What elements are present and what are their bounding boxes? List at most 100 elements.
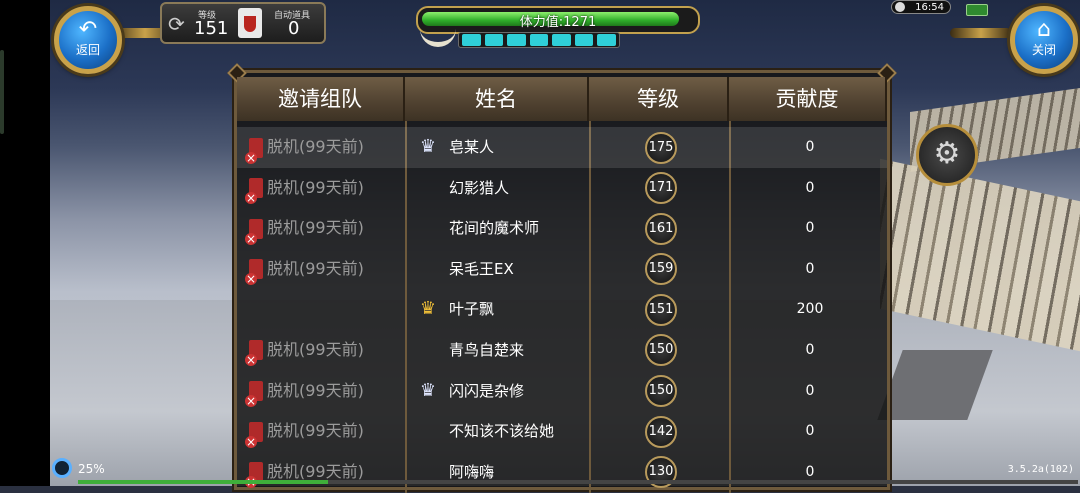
silver-crown-icon: ♛ bbox=[419, 379, 437, 401]
member-level-badge: 142 bbox=[645, 415, 677, 448]
member-level-badge: 150 bbox=[645, 375, 677, 408]
energy-segment bbox=[552, 34, 571, 46]
energy-segment bbox=[597, 34, 617, 46]
battery-icon bbox=[966, 4, 988, 16]
load-progress-fill bbox=[78, 480, 328, 484]
member-name: 不知该不该给她 bbox=[413, 411, 589, 452]
screen-edge bbox=[0, 0, 50, 486]
member-name: ♛ 皂某人 bbox=[413, 127, 589, 168]
invite-status-text: 脱机(99天前) bbox=[267, 258, 364, 278]
member-row[interactable]: 脱机(99天前) ♛ 皂某人 175 0 bbox=[237, 127, 887, 168]
member-level-badge: 175 bbox=[645, 131, 677, 164]
member-row[interactable]: ♛ 叶子飘 151 200 bbox=[237, 289, 887, 330]
member-name-text: 叶子飘 bbox=[449, 300, 495, 319]
level-value: 151 bbox=[194, 18, 229, 39]
member-contribution: 0 bbox=[805, 382, 815, 399]
stamina-text: 体力值:1271 bbox=[519, 15, 597, 30]
offline-phone-icon bbox=[245, 421, 263, 448]
invite-status-text: 脱机(99天前) bbox=[267, 137, 364, 156]
offline-phone-icon bbox=[245, 259, 263, 286]
member-level: 142 bbox=[593, 411, 729, 452]
settings-gear-button[interactable]: ⚙ bbox=[916, 124, 978, 186]
auto-item-value: 0 bbox=[288, 18, 300, 39]
member-level-badge: 171 bbox=[645, 172, 677, 205]
member-name-text: 幻影猎人 bbox=[449, 178, 510, 197]
member-contribution: 0 bbox=[805, 179, 815, 196]
member-row[interactable]: 脱机(99天前) 不知该不该给她 142 0 bbox=[237, 411, 887, 452]
member-contribution: 0 bbox=[805, 423, 815, 440]
member-name: 幻影猎人 bbox=[413, 168, 589, 209]
silver-crown-icon: ♛ bbox=[419, 136, 437, 157]
invite-status[interactable]: 脱机(99天前) bbox=[245, 371, 405, 412]
member-level: 150 bbox=[593, 330, 729, 371]
invite-status-text: 脱机(99天前) bbox=[267, 339, 364, 359]
back-button[interactable]: ↶ 返回 bbox=[54, 6, 122, 74]
close-label: 关闭 bbox=[1031, 43, 1056, 57]
invite-status[interactable]: 脱机(99天前) bbox=[245, 168, 405, 209]
invite-status-text: 脱机(99天前) bbox=[267, 177, 364, 197]
energy-segment bbox=[574, 34, 594, 46]
member-contribution: 0 bbox=[805, 341, 815, 358]
back-label: 返回 bbox=[75, 43, 100, 57]
member-level-badge: 161 bbox=[645, 212, 677, 245]
member-row[interactable]: 脱机(99天前) 青鸟自楚来 150 0 bbox=[237, 330, 887, 371]
member-name: ♛ 闪闪是杂修 bbox=[413, 371, 589, 412]
clock: 16:54 bbox=[891, 0, 951, 14]
clock-time: 16:54 bbox=[915, 2, 944, 13]
member-level-badge: 150 bbox=[645, 334, 677, 367]
invite-status[interactable]: 脱机(99天前) bbox=[245, 330, 405, 371]
status-bar: 25% 3.5.2a(102) bbox=[50, 458, 1080, 486]
invite-status-text: 脱机(99天前) bbox=[267, 380, 364, 400]
member-row[interactable]: 脱机(99天前) 花间的魔术师 161 0 bbox=[237, 208, 887, 249]
close-button[interactable]: ⌂ 关闭 bbox=[1010, 6, 1078, 74]
member-contribution: 0 bbox=[805, 260, 815, 277]
member-name-text: 花间的魔术师 bbox=[449, 219, 540, 238]
gear-icon: ⚙ bbox=[933, 136, 961, 171]
load-percent: 25% bbox=[78, 462, 105, 476]
member-name: 青鸟自楚来 bbox=[413, 330, 589, 371]
header-level[interactable]: 等级 bbox=[589, 77, 729, 121]
level-icon: ⟳ bbox=[168, 12, 185, 36]
member-name-text: 呆毛王EX bbox=[449, 259, 514, 278]
member-level: 151 bbox=[593, 289, 729, 330]
member-contribution: 0 bbox=[805, 139, 815, 155]
member-name: 呆毛王EX bbox=[413, 249, 589, 290]
member-level: 171 bbox=[593, 168, 729, 209]
member-list: 脱机(99天前)♛皂某人1750脱机(99天前)幻影猎人1710脱机(99天前)… bbox=[237, 127, 887, 492]
player-stats: ⟳ 等级 151 自动道具 0 bbox=[160, 2, 326, 44]
hud-ornament-right bbox=[950, 28, 1012, 38]
member-contribution: 200 bbox=[796, 301, 824, 318]
energy-segment bbox=[507, 34, 526, 46]
offline-phone-icon bbox=[245, 218, 263, 245]
header-name[interactable]: 姓名 bbox=[405, 77, 589, 121]
offline-phone-icon bbox=[245, 178, 263, 205]
header-invite[interactable]: 邀请组队 bbox=[237, 77, 405, 121]
back-arrow-icon: ↶ bbox=[78, 17, 98, 42]
loading-ring-icon bbox=[52, 458, 72, 478]
clock-icon bbox=[895, 2, 905, 12]
home-icon: ⌂ bbox=[1037, 17, 1051, 42]
member-row[interactable]: 脱机(99天前) 幻影猎人 171 0 bbox=[237, 168, 887, 209]
energy-bar bbox=[458, 32, 620, 48]
header-contribution[interactable]: 贡献度 bbox=[729, 77, 887, 121]
version-label: 3.5.2a(102) bbox=[1007, 464, 1074, 475]
invite-status-text: 脱机(99天前) bbox=[267, 421, 364, 441]
member-level: 161 bbox=[593, 208, 729, 249]
potion-icon[interactable] bbox=[238, 8, 262, 38]
energy-segment bbox=[484, 34, 504, 46]
invite-status[interactable]: 脱机(99天前) bbox=[245, 127, 405, 168]
invite-status[interactable]: 脱机(99天前) bbox=[245, 411, 405, 452]
stamina-bar: 体力值:1271 bbox=[416, 6, 700, 34]
offline-phone-icon bbox=[245, 381, 263, 408]
member-row[interactable]: 脱机(99天前) 呆毛王EX 159 0 bbox=[237, 249, 887, 290]
guild-member-panel: 邀请组队 姓名 等级 贡献度 脱机(99天前) ♛ 皂某人 175 0 脱机(99天前) 幻… bbox=[227, 63, 897, 493]
member-level-badge: 151 bbox=[645, 293, 677, 326]
member-contribution: 0 bbox=[805, 220, 815, 237]
energy-segment bbox=[529, 34, 549, 46]
member-name-text: 不知该不该给她 bbox=[449, 422, 555, 441]
member-row[interactable]: 脱机(99天前) ♛ 闪闪是杂修 150 0 bbox=[237, 371, 887, 412]
invite-status[interactable]: 脱机(99天前) bbox=[245, 208, 405, 249]
invite-status[interactable]: 脱机(99天前) bbox=[245, 249, 405, 290]
edge-indicator bbox=[0, 50, 4, 134]
load-progress bbox=[78, 480, 1078, 484]
